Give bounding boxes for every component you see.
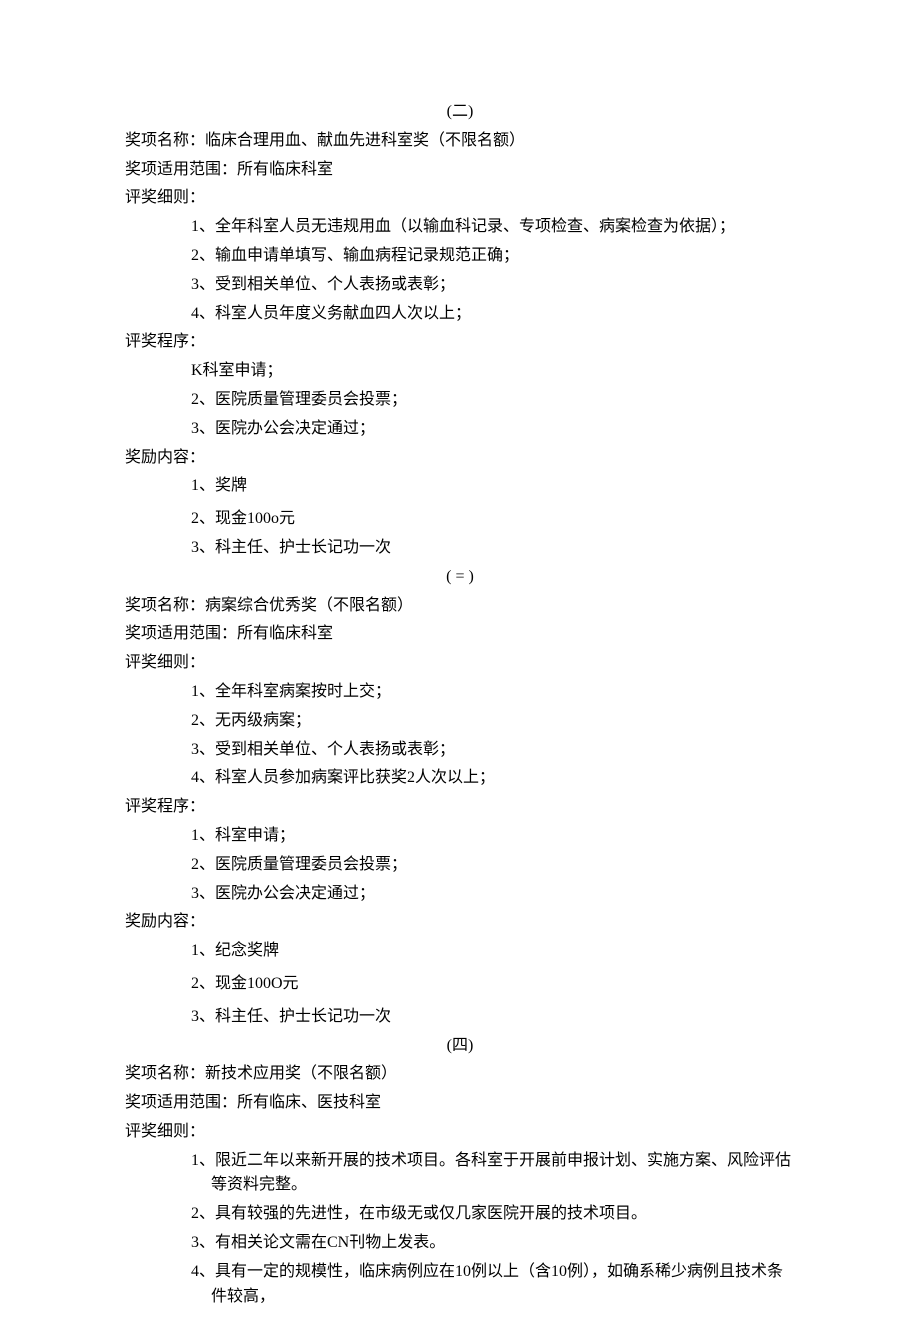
section-2-rules-list: 1、全年科室人员无违规用血（以输血科记录、专项检查、病案检查为依据）； 2、输血…	[125, 215, 795, 326]
rule-item: 1、限近二年以来新开展的技术项目。各科室于开展前申报计划、实施方案、风险评估等资…	[191, 1149, 795, 1199]
section-4-scope-line: 奖项适用范围：所有临床、医技科室	[125, 1091, 795, 1116]
name-label: 奖项名称：	[125, 132, 205, 149]
rule-item: 2、具有较强的先进性，在市级无或仅几家医院开展的技术项目。	[191, 1202, 795, 1227]
section-4-name-line: 奖项名称：新技术应用奖（不限名额）	[125, 1062, 795, 1087]
section-2-number: (二)	[125, 100, 795, 125]
section-2-procedure-label: 评奖程序：	[125, 330, 795, 355]
name-value: 病案综合优秀奖（不限名额）	[205, 597, 413, 614]
rule-item: 2、输血申请单填写、输血病程记录规范正确；	[191, 244, 795, 269]
section-3-scope-line: 奖项适用范围：所有临床科室	[125, 622, 795, 647]
reward-item: 2、现金100o元	[191, 507, 795, 532]
rule-item: 1、全年科室人员无违规用血（以输血科记录、专项检查、病案检查为依据）；	[191, 215, 795, 240]
scope-label: 奖项适用范围：	[125, 1094, 237, 1111]
name-label: 奖项名称：	[125, 597, 205, 614]
rule-item: 3、受到相关单位、个人表扬或表彰；	[191, 273, 795, 298]
section-4-rules-list: 1、限近二年以来新开展的技术项目。各科室于开展前申报计划、实施方案、风险评估等资…	[125, 1149, 795, 1310]
scope-value: 所有临床科室	[237, 161, 333, 178]
section-3-rules-label: 评奖细则：	[125, 651, 795, 676]
rule-item: 4、具有一定的规模性，临床病例应在10例以上（含10例），如确系稀少病例且技术条…	[191, 1260, 795, 1310]
procedure-item: 3、医院办公会决定通过；	[191, 417, 795, 442]
rule-item: 3、受到相关单位、个人表扬或表彰；	[191, 738, 795, 763]
rule-item: 4、科室人员年度义务献血四人次以上；	[191, 302, 795, 327]
section-2-rules-label: 评奖细则：	[125, 186, 795, 211]
section-3-reward-list: 1、纪念奖牌 2、现金100O元 3、科主任、护士长记功一次	[125, 939, 795, 1029]
procedure-item: 2、医院质量管理委员会投票；	[191, 388, 795, 413]
section-2-name-line: 奖项名称：临床合理用血、献血先进科室奖（不限名额）	[125, 129, 795, 154]
section-3-procedure-list: 1、科室申请； 2、医院质量管理委员会投票； 3、医院办公会决定通过；	[125, 824, 795, 906]
rule-item: 3、有相关论文需在CN刊物上发表。	[191, 1231, 795, 1256]
section-3-number: ( = )	[125, 565, 795, 590]
section-3-reward-label: 奖励内容：	[125, 910, 795, 935]
rule-item: 1、全年科室病案按时上交；	[191, 680, 795, 705]
reward-item: 3、科主任、护士长记功一次	[191, 536, 795, 561]
name-value: 临床合理用血、献血先进科室奖（不限名额）	[205, 132, 525, 149]
procedure-item: 3、医院办公会决定通过；	[191, 882, 795, 907]
section-2-reward-label: 奖励内容：	[125, 446, 795, 471]
name-label: 奖项名称：	[125, 1065, 205, 1082]
section-2-procedure-list: K科室申请； 2、医院质量管理委员会投票； 3、医院办公会决定通过；	[125, 359, 795, 441]
section-4-rules-label: 评奖细则：	[125, 1120, 795, 1145]
procedure-item: 2、医院质量管理委员会投票；	[191, 853, 795, 878]
name-value: 新技术应用奖（不限名额）	[205, 1065, 397, 1082]
reward-item: 2、现金100O元	[191, 972, 795, 997]
procedure-item: K科室申请；	[191, 359, 795, 384]
rule-item: 4、科室人员参加病案评比获奖2人次以上；	[191, 766, 795, 791]
reward-item: 3、科主任、护士长记功一次	[191, 1005, 795, 1030]
scope-label: 奖项适用范围：	[125, 625, 237, 642]
reward-item: 1、奖牌	[191, 474, 795, 499]
reward-item: 1、纪念奖牌	[191, 939, 795, 964]
procedure-item: 1、科室申请；	[191, 824, 795, 849]
section-3-name-line: 奖项名称：病案综合优秀奖（不限名额）	[125, 594, 795, 619]
section-3-rules-list: 1、全年科室病案按时上交； 2、无丙级病案； 3、受到相关单位、个人表扬或表彰；…	[125, 680, 795, 791]
scope-value: 所有临床、医技科室	[237, 1094, 381, 1111]
section-2-reward-list: 1、奖牌 2、现金100o元 3、科主任、护士长记功一次	[125, 474, 795, 560]
scope-value: 所有临床科室	[237, 625, 333, 642]
rule-item: 2、无丙级病案；	[191, 709, 795, 734]
section-3-procedure-label: 评奖程序：	[125, 795, 795, 820]
section-2-scope-line: 奖项适用范围：所有临床科室	[125, 158, 795, 183]
section-4-number: (四)	[125, 1034, 795, 1059]
scope-label: 奖项适用范围：	[125, 161, 237, 178]
